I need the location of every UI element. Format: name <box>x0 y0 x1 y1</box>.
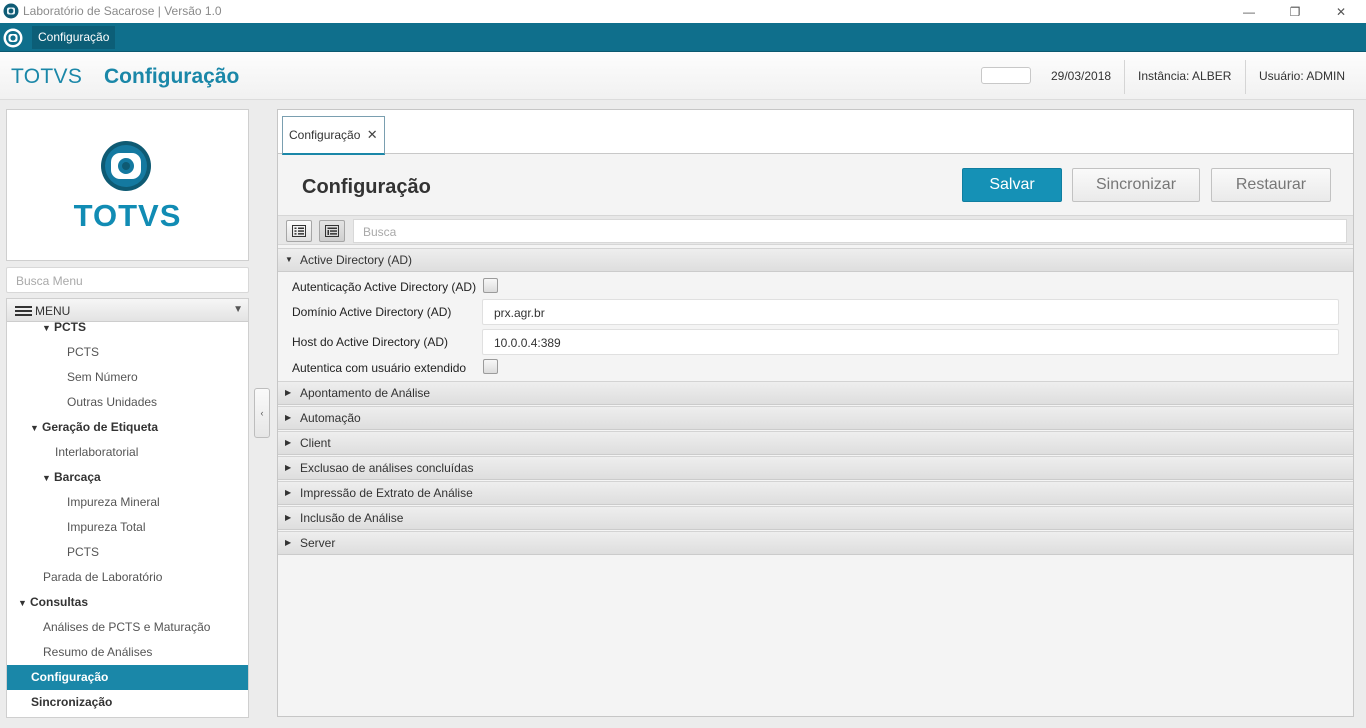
menu-item-outras-unidades[interactable]: Outras Unidades <box>7 390 248 415</box>
domain-input[interactable]: prx.agr.br <box>482 299 1339 325</box>
expanded-triangle-icon: ▼ <box>42 473 51 483</box>
main-panel: Configuração ✕ Configuração Salvar Sincr… <box>277 109 1354 717</box>
section-impressao-extrato[interactable]: ▶ Impressão de Extrato de Análise <box>278 481 1353 505</box>
collapsed-triangle-icon: ▶ <box>285 438 292 447</box>
section-server[interactable]: ▶ Server <box>278 531 1353 555</box>
collapsed-triangle-icon: ▶ <box>285 413 292 422</box>
section-client[interactable]: ▶ Client <box>278 431 1353 455</box>
ad-auth-label: Autenticação Active Directory (AD) <box>292 280 477 294</box>
tab-label: Configuração <box>289 128 361 142</box>
minimize-icon: — <box>1243 4 1255 19</box>
menu-item-pcts-barcaca[interactable]: PCTS <box>7 540 248 565</box>
close-icon: ✕ <box>1335 4 1347 19</box>
menu-item-consultas[interactable]: ▼ Consultas <box>7 590 248 615</box>
brand-name: TOTVS <box>11 65 83 88</box>
content-title: Configuração <box>302 176 431 198</box>
current-date: 29/03/2018 <box>1051 69 1112 83</box>
tree-view-button[interactable] <box>319 220 345 242</box>
collapsed-triangle-icon: ▶ <box>285 513 292 522</box>
collapsed-triangle-icon: ▶ <box>285 463 292 472</box>
settings-search-input[interactable]: Busca <box>353 219 1347 243</box>
collapsed-triangle-icon: ▶ <box>285 538 292 547</box>
window-titlebar: Laboratório de Sacarose | Versão 1.0 — ❐… <box>0 0 1366 23</box>
menu-tree: ▼ PCTS PCTS Sem Número Outras Unidades ▼ G… <box>7 320 248 717</box>
menu-search-input[interactable]: Busca Menu <box>6 267 249 293</box>
logo-text: TOTVS <box>73 198 182 233</box>
collapsed-triangle-icon: ▶ <box>285 488 292 497</box>
ad-auth-checkbox[interactable] <box>483 278 498 293</box>
user-label: Usuário: ADMIN <box>1259 69 1346 83</box>
menu-configuracao[interactable]: Configuração <box>32 26 116 49</box>
menu-item-barcaca[interactable]: ▼ Barcaça <box>7 465 248 490</box>
menu-item-sem-numero[interactable]: Sem Número <box>7 365 248 390</box>
menu-item-interlaboratorial[interactable]: Interlaboratorial <box>7 440 248 465</box>
list-icon <box>292 225 306 237</box>
menu-item-pcts-group[interactable]: ▼ PCTS <box>7 315 248 340</box>
close-button[interactable]: ✕ <box>1318 0 1364 23</box>
menu-panel: MENU ▼ ▼ PCTS PCTS Sem Número Outras Unid… <box>6 298 249 718</box>
header-divider <box>1124 60 1125 94</box>
expanded-triangle-icon: ▼ <box>18 598 27 608</box>
sidebar-collapse-button[interactable]: ‹ <box>254 388 270 438</box>
section-exclusao-analises[interactable]: ▶ Exclusao de análises concluídas <box>278 456 1353 480</box>
tab-configuracao[interactable]: Configuração ✕ <box>282 116 385 155</box>
menu-item-impureza-total[interactable]: Impureza Total <box>7 515 248 540</box>
app-logo-icon <box>3 3 19 19</box>
maximize-button[interactable]: ❐ <box>1272 0 1318 23</box>
app-menu-bar: Configuração <box>0 23 1366 52</box>
close-tab-icon[interactable]: ✕ <box>367 127 378 142</box>
menu-item-resumo-analises[interactable]: Resumo de Análises <box>7 640 248 665</box>
menu-item-impureza-mineral[interactable]: Impureza Mineral <box>7 490 248 515</box>
chevron-down-icon: ▼ <box>233 304 243 315</box>
expanded-triangle-icon: ▼ <box>30 423 39 433</box>
chevron-left-icon: ‹ <box>260 408 264 418</box>
extended-user-label: Autentica com usuário extendido <box>292 361 467 375</box>
host-label: Host do Active Directory (AD) <box>292 335 449 349</box>
totvs-logo-icon <box>101 141 151 191</box>
section-inclusao-analise[interactable]: ▶ Inclusão de Análise <box>278 506 1353 530</box>
page-title: Configuração <box>104 65 240 88</box>
instance-label: Instância: ALBER <box>1138 69 1232 83</box>
sync-button[interactable]: Sincronizar <box>1072 168 1200 202</box>
menu-item-pcts[interactable]: PCTS <box>7 340 248 365</box>
section-apontamento-analise[interactable]: ▶ Apontamento de Análise <box>278 381 1353 405</box>
list-view-button[interactable] <box>286 220 312 242</box>
totvs-logo-icon[interactable] <box>3 28 23 48</box>
logo-panel: TOTVS <box>6 109 249 261</box>
maximize-icon: ❐ <box>1289 4 1301 19</box>
status-indicator <box>981 67 1031 84</box>
expanded-triangle-icon: ▼ <box>285 255 293 264</box>
save-button[interactable]: Salvar <box>962 168 1062 202</box>
extended-user-checkbox[interactable] <box>483 359 498 374</box>
tab-bar: Configuração ✕ <box>278 110 1353 155</box>
host-input[interactable]: 10.0.0.4:389 <box>482 329 1339 355</box>
minimize-button[interactable]: — <box>1226 0 1272 23</box>
section-active-directory[interactable]: ▼ Active Directory (AD) <box>278 248 1353 272</box>
header-divider <box>1245 60 1246 94</box>
restore-button[interactable]: Restaurar <box>1211 168 1331 202</box>
menu-item-parada-laboratorio[interactable]: Parada de Laboratório <box>7 565 248 590</box>
window-title: Laboratório de Sacarose | Versão 1.0 <box>23 4 222 18</box>
menu-item-sincronizacao[interactable]: Sincronização <box>7 690 248 715</box>
expanded-triangle-icon: ▼ <box>42 323 51 333</box>
menu-item-configuracao[interactable]: Configuração <box>7 665 248 690</box>
menu-item-analises-pcts[interactable]: Análises de PCTS e Maturação <box>7 615 248 640</box>
collapsed-triangle-icon: ▶ <box>285 388 292 397</box>
toolbar: Busca <box>278 215 1353 245</box>
page-header: TOTVS Configuração 29/03/2018 Instância:… <box>0 52 1366 100</box>
domain-label: Domínio Active Directory (AD) <box>292 305 452 319</box>
section-automacao[interactable]: ▶ Automação <box>278 406 1353 430</box>
tree-list-icon <box>325 225 339 237</box>
menu-item-geracao-etiqueta[interactable]: ▼ Geração de Etiqueta <box>7 415 248 440</box>
